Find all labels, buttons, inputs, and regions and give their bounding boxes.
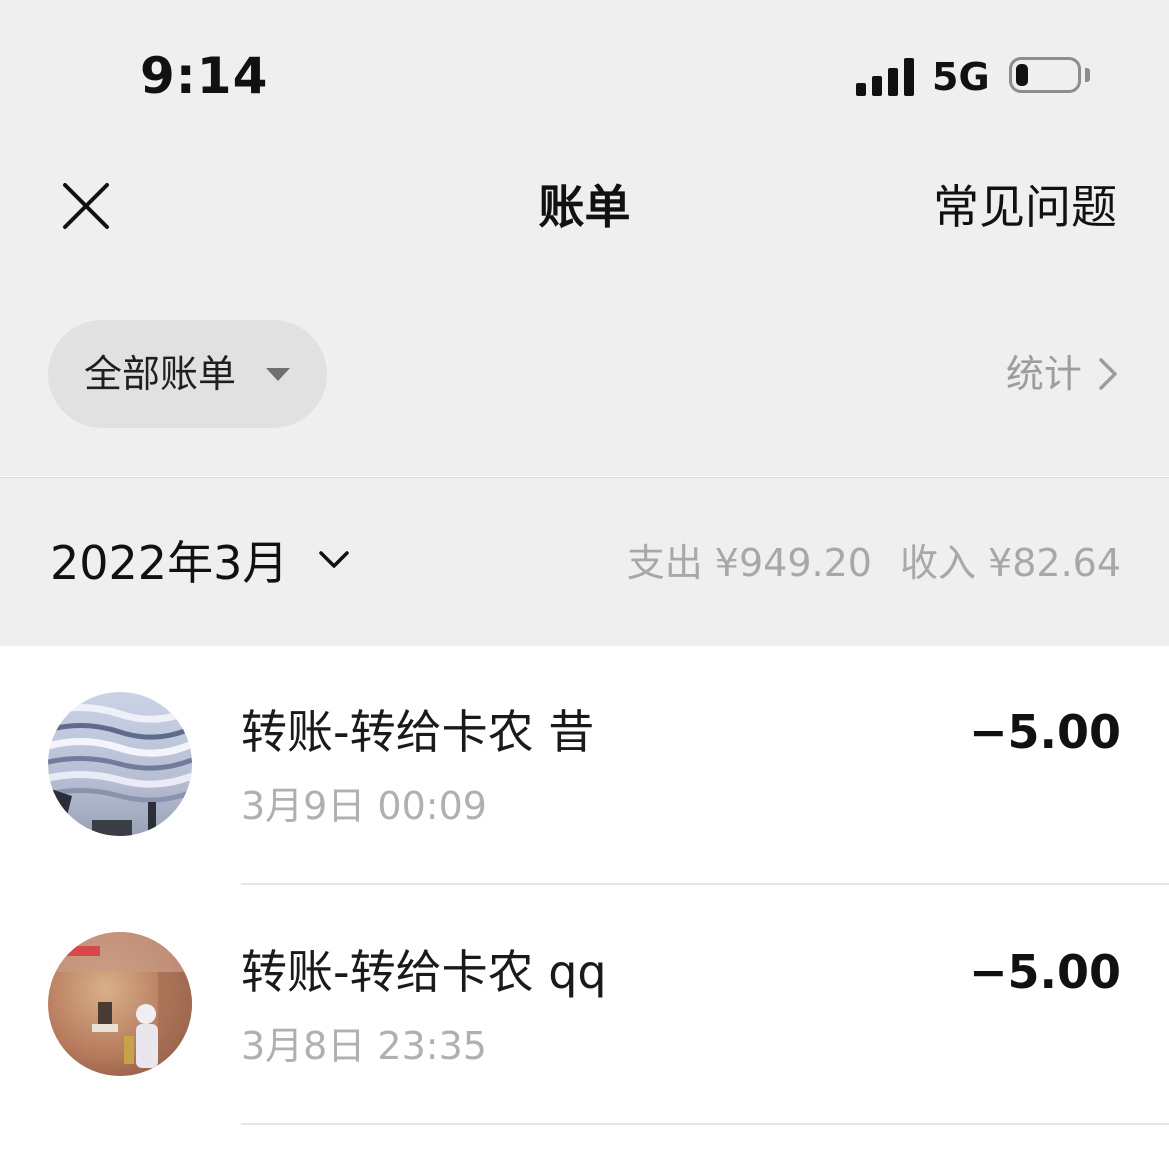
- transaction-item[interactable]: 转账-转给卡农 qq 3月8日 23:35 −5.00: [0, 885, 1169, 1125]
- transaction-item[interactable]: 转账-转给卡农 昔 3月9日 00:09 −5.00: [0, 645, 1169, 885]
- transaction-amount: −5.00: [968, 945, 1121, 999]
- stats-button[interactable]: 统计: [1006, 346, 1121, 402]
- month-expense: 支出 ¥949.20: [626, 541, 872, 585]
- network-type: 5G: [932, 55, 990, 99]
- month-income: 收入 ¥82.64: [899, 541, 1121, 585]
- transaction-time: 3月9日 00:09: [241, 784, 487, 828]
- avatar: [48, 692, 192, 836]
- month-header: 2022年3月 支出 ¥949.20 收入 ¥82.64: [0, 477, 1169, 646]
- caret-down-icon: [266, 368, 290, 381]
- chevron-down-icon[interactable]: [318, 548, 350, 572]
- transaction-time: 3月8日 23:35: [241, 1024, 487, 1068]
- signal-icon: [856, 58, 916, 96]
- filter-label: 全部账单: [84, 352, 237, 396]
- transaction-title: 转账-转给卡农 qq: [241, 945, 607, 999]
- avatar-image: [48, 932, 192, 1076]
- battery-cap: [1085, 68, 1090, 82]
- close-button[interactable]: [56, 176, 116, 236]
- stats-label: 统计: [1005, 352, 1082, 396]
- avatar: [48, 932, 192, 1076]
- month-selector[interactable]: 2022年3月: [50, 532, 288, 594]
- avatar-image: [48, 692, 192, 836]
- transaction-list: 转账-转给卡农 昔 3月9日 00:09 −5.00 转账-转给卡农 qq 3月…: [0, 645, 1169, 1125]
- divider: [241, 1123, 1169, 1125]
- battery-icon: [1009, 57, 1081, 93]
- header-area: 9:14 5G 账单 常见问题 全部账单 统计: [0, 0, 1169, 476]
- faq-button[interactable]: 常见问题: [933, 176, 1117, 238]
- chevron-right-icon: [1099, 358, 1117, 390]
- status-time: 9:14: [140, 47, 269, 105]
- transaction-amount: −5.00: [968, 705, 1121, 759]
- close-icon: [63, 183, 109, 229]
- battery-level: [1016, 64, 1028, 86]
- month-summary: 支出 ¥949.20 收入 ¥82.64: [627, 536, 1121, 590]
- transaction-title: 转账-转给卡农 昔: [241, 705, 595, 759]
- bill-filter-dropdown[interactable]: 全部账单: [48, 320, 327, 428]
